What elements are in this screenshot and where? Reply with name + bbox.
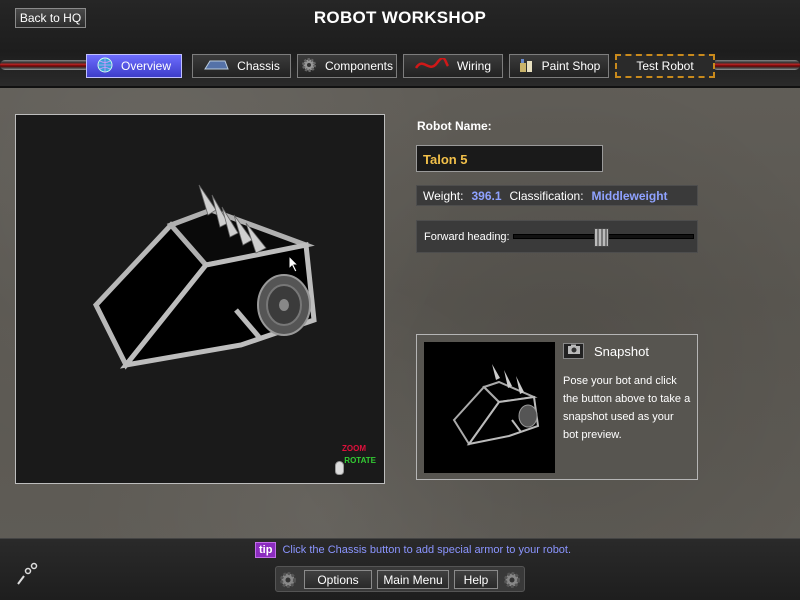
zoom-legend: ZOOM	[342, 444, 366, 453]
tab-label: Overview	[120, 59, 171, 73]
snapshot-preview-image	[424, 342, 555, 473]
tab-wiring[interactable]: Wiring	[403, 54, 503, 78]
decorative-cable-right	[712, 60, 800, 70]
classification-label: Classification:	[509, 188, 584, 203]
snapshot-button[interactable]	[563, 343, 584, 359]
page-title: ROBOT WORKSHOP	[313, 8, 487, 27]
options-button[interactable]: Options	[304, 570, 372, 589]
decorative-cable-left	[0, 60, 90, 70]
tab-label: Chassis	[237, 59, 280, 73]
paint-can-icon	[518, 57, 534, 76]
tab-components[interactable]: Components	[297, 54, 397, 78]
help-button[interactable]: Help	[454, 570, 498, 589]
tab-label: Wiring	[456, 59, 491, 73]
wire-icon	[414, 56, 450, 75]
gear-icon	[502, 570, 522, 590]
weight-value: 396.1	[471, 188, 502, 203]
snapshot-description: Pose your bot and click the button above…	[563, 375, 691, 441]
robot-3d-viewport[interactable]: ZOOM ROTATE	[15, 114, 385, 484]
bottom-bar: tip Click the Chassis button to add spec…	[0, 538, 800, 600]
tab-label: Components	[324, 59, 394, 73]
chassis-icon	[203, 58, 229, 75]
globe-icon	[97, 57, 113, 76]
tab-chassis[interactable]: Chassis	[192, 54, 291, 78]
stats-bar: Weight: 396.1 Classification: Middleweig…	[416, 185, 698, 206]
snapshot-title: Snapshot	[594, 344, 649, 359]
wrench-icon	[16, 562, 40, 591]
tab-overview[interactable]: Overview	[86, 54, 182, 78]
mouse-icon	[335, 461, 344, 475]
tip-text: Click the Chassis button to add special …	[282, 544, 572, 556]
tab-label: Test Robot	[636, 59, 694, 73]
classification-value: Middleweight	[591, 188, 668, 203]
forward-heading-panel: Forward heading:	[416, 220, 698, 253]
mouse-cursor-icon	[288, 254, 300, 278]
forward-heading-slider[interactable]	[513, 228, 694, 247]
camera-icon	[567, 342, 581, 360]
bottom-button-group: Options Main Menu Help	[275, 566, 525, 592]
tab-paint-shop[interactable]: Paint Shop	[509, 54, 609, 78]
weight-label: Weight:	[423, 188, 464, 203]
top-bar: Back to HQ ROBOT WORKSHOP Overview Chass…	[0, 0, 800, 88]
tip-badge: tip	[255, 542, 277, 558]
slider-thumb[interactable]	[594, 228, 609, 247]
tip-row: tip Click the Chassis button to add spec…	[255, 542, 571, 558]
robot-model	[92, 184, 317, 370]
snapshot-panel: Snapshot Pose your bot and click the but…	[416, 334, 698, 480]
robot-name-label: Robot Name:	[417, 119, 492, 133]
gear-icon	[278, 570, 298, 590]
forward-heading-label: Forward heading:	[424, 231, 510, 243]
tab-test-robot[interactable]: Test Robot	[615, 54, 715, 78]
rotate-legend: ROTATE	[344, 456, 376, 465]
tab-label: Paint Shop	[541, 59, 601, 73]
gear-icon	[301, 57, 317, 76]
robot-name-input[interactable]: Talon 5	[416, 145, 603, 172]
main-menu-button[interactable]: Main Menu	[377, 570, 449, 589]
